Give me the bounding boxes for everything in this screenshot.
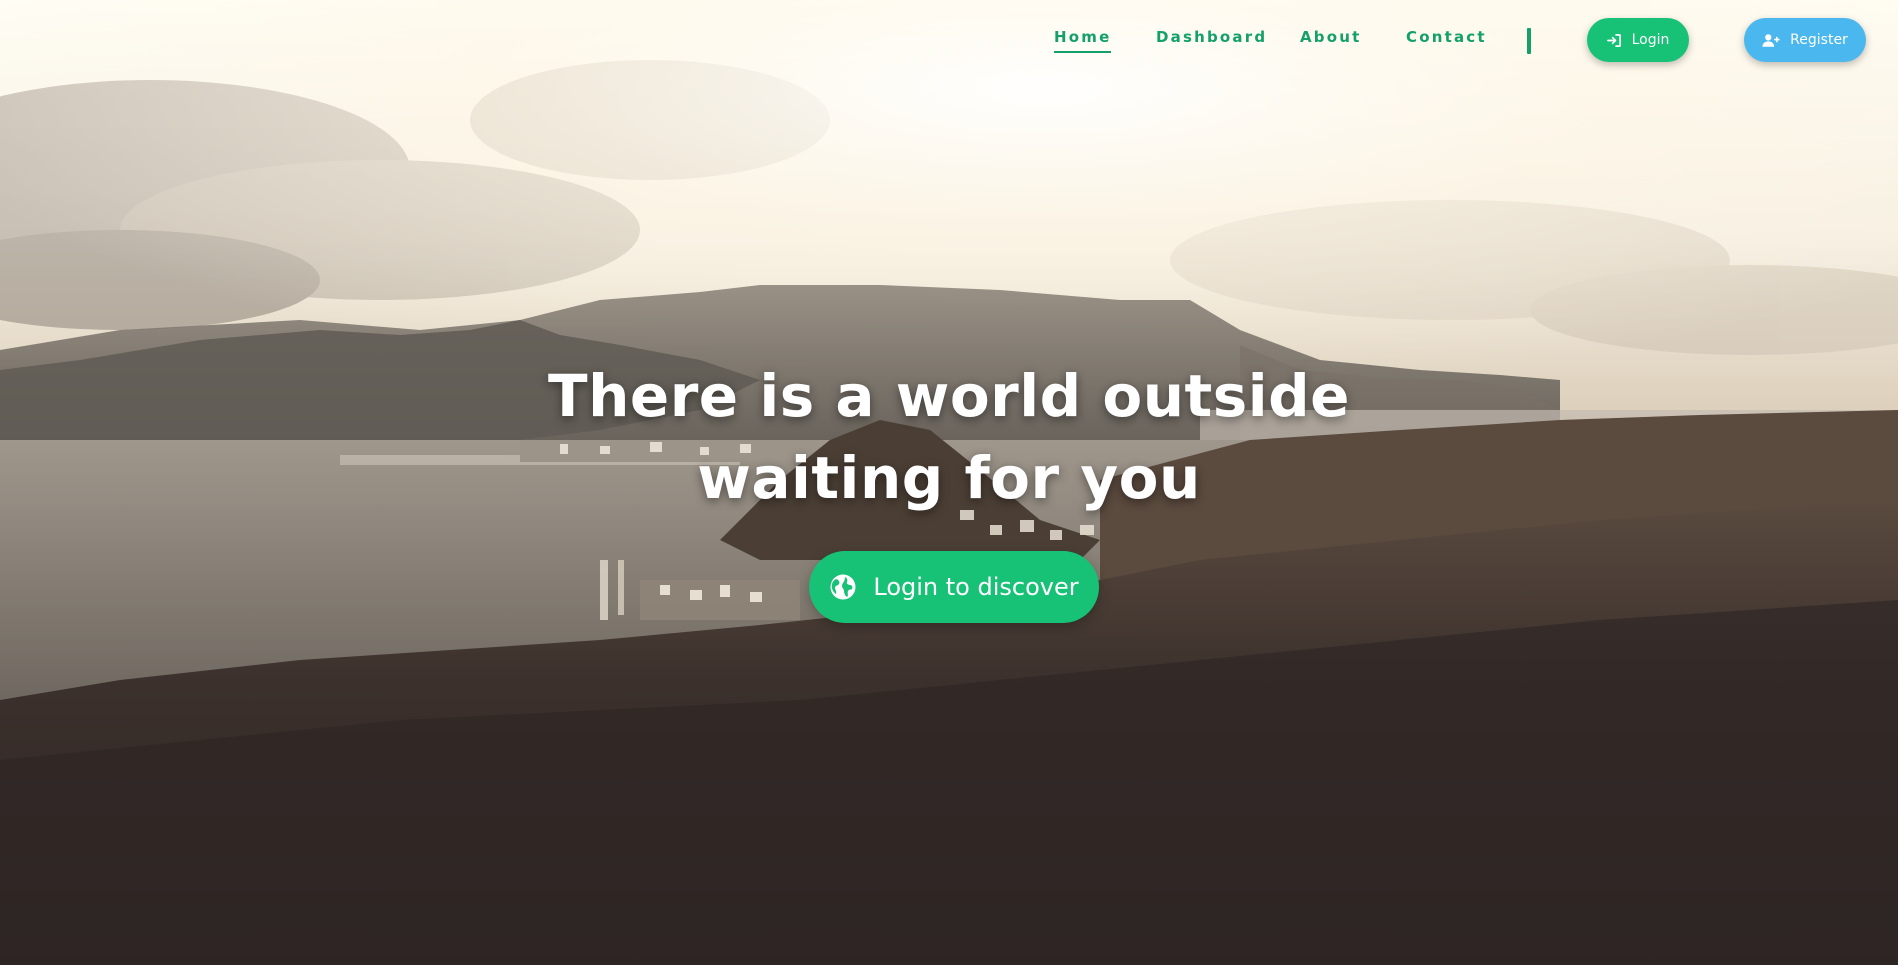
login-to-discover-button[interactable]: Login to discover — [809, 551, 1099, 623]
globe-icon — [830, 574, 856, 600]
register-button-label: Register — [1790, 32, 1848, 48]
cta-label: Login to discover — [873, 573, 1079, 601]
register-button[interactable]: Register — [1744, 18, 1866, 62]
top-navigation: Home Dashboard About Contact Login Regis… — [0, 0, 1898, 80]
sign-in-icon — [1606, 33, 1621, 47]
user-plus-icon — [1762, 33, 1780, 47]
login-button[interactable]: Login — [1587, 18, 1689, 62]
nav-link-contact[interactable]: Contact — [1406, 28, 1487, 46]
nav-divider — [1527, 28, 1531, 54]
login-button-label: Login — [1631, 32, 1670, 48]
hero-headline: There is a world outside waiting for you — [548, 362, 1350, 512]
nav-link-dashboard[interactable]: Dashboard — [1156, 28, 1267, 46]
nav-link-home[interactable]: Home — [1054, 28, 1112, 53]
hero-section: Home Dashboard About Contact Login Regis… — [0, 0, 1898, 965]
nav-link-about[interactable]: About — [1300, 28, 1362, 46]
